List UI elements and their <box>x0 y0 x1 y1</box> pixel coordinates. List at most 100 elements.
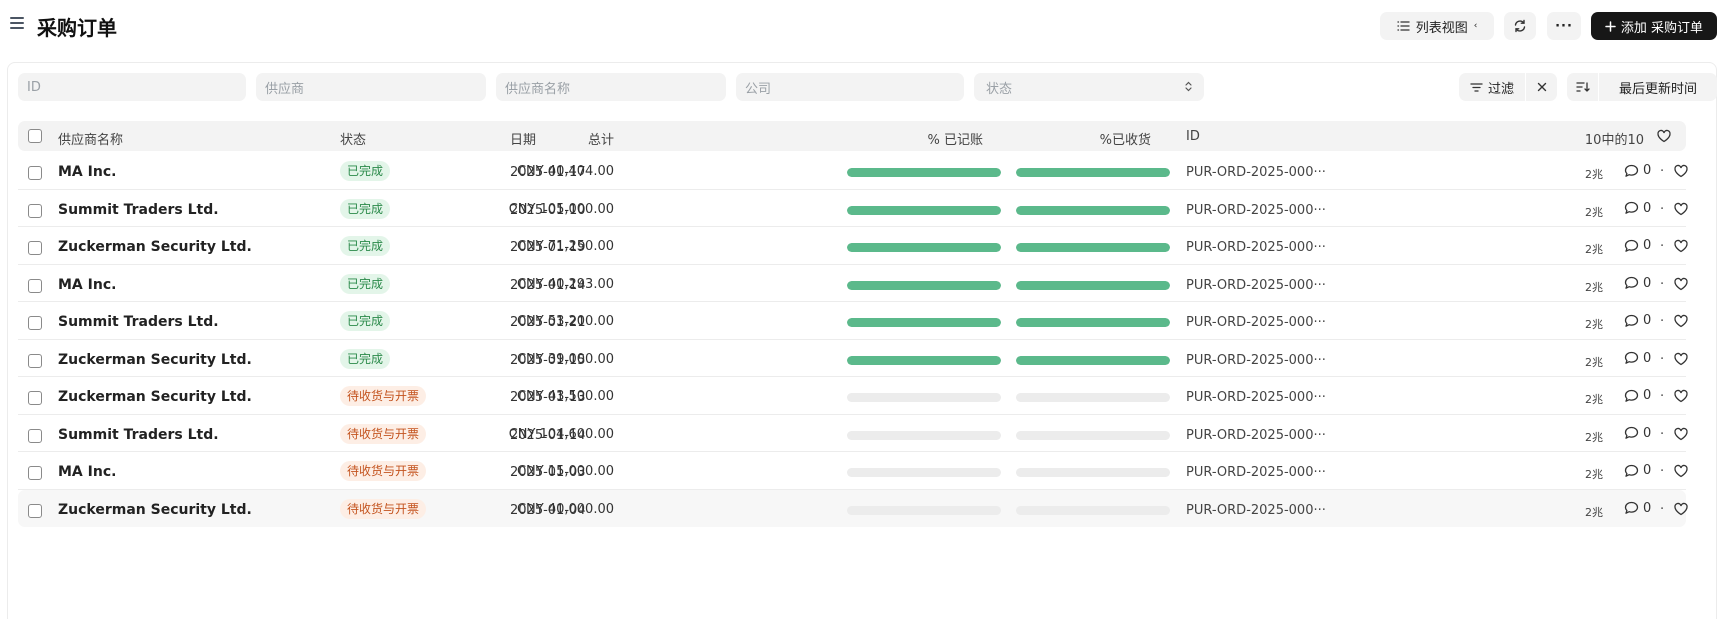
comment-count-value: 0 <box>1643 350 1652 366</box>
refresh-icon <box>1513 19 1527 33</box>
row-checkbox[interactable] <box>28 203 42 218</box>
status-badge: 待收货与开票 <box>340 498 427 519</box>
select-all-checkbox[interactable] <box>28 129 42 143</box>
row-checkbox[interactable] <box>28 241 42 255</box>
comment-count[interactable]: 0 <box>1624 426 1651 441</box>
received-progress-bar <box>1016 430 1170 440</box>
order-total: CNY 40,404.00 <box>516 164 614 179</box>
heart-icon[interactable] <box>1673 426 1689 442</box>
row-checkbox[interactable] <box>28 166 42 180</box>
company-filter-input[interactable]: 公司 <box>736 73 964 101</box>
order-id: PUR-ORD-2025-000··· <box>1186 315 1326 330</box>
heart-icon[interactable] <box>1673 238 1689 254</box>
received-progress-bar <box>1016 355 1170 365</box>
comment-count[interactable]: 0 <box>1624 163 1651 178</box>
column-header-supplier-name[interactable]: 供应商名称 <box>58 129 123 148</box>
comment-icon <box>1624 426 1639 440</box>
filter-icon <box>1470 82 1483 93</box>
status-badge: 已完成 <box>340 198 391 219</box>
comment-count[interactable]: 0 <box>1624 463 1651 478</box>
heart-icon[interactable] <box>1673 388 1689 404</box>
comment-count[interactable]: 0 <box>1624 351 1651 366</box>
supplier-name: Summit Traders Ltd. <box>58 314 219 330</box>
modified-time: 2兆 <box>1585 355 1603 369</box>
heart-icon[interactable] <box>1656 128 1672 144</box>
modified-time: 2兆 <box>1585 243 1603 256</box>
row-checkbox[interactable] <box>28 391 42 405</box>
row-checkbox[interactable] <box>28 353 42 368</box>
column-header-id[interactable]: ID <box>1186 129 1200 144</box>
comment-count-value: 0 <box>1643 163 1652 178</box>
heart-icon[interactable] <box>1673 351 1689 367</box>
column-header-date[interactable]: 日期 <box>510 129 536 148</box>
row-checkbox[interactable] <box>28 278 42 293</box>
supplier-name: MA Inc. <box>58 464 117 480</box>
supplier-name: Summit Traders Ltd. <box>58 201 219 218</box>
heart-icon[interactable] <box>1673 463 1689 479</box>
status-badge: 待收货与开票 <box>340 386 427 406</box>
comment-count[interactable]: 0 <box>1624 313 1651 328</box>
supplier-filter-input[interactable]: 供应商 <box>256 73 486 101</box>
separator-dot: · <box>1660 501 1665 517</box>
comment-count[interactable]: 0 <box>1624 238 1651 253</box>
top-bar: 采购订单 列表视图 ‹ ··· 添加 采购订单 <box>0 0 1718 52</box>
id-filter-input[interactable]: ID <box>18 73 246 101</box>
order-id: PUR-ORD-2025-000··· <box>1186 202 1326 218</box>
heart-icon[interactable] <box>1673 501 1689 517</box>
comment-count[interactable]: 0 <box>1624 201 1651 216</box>
sort-field-button[interactable]: 最后更新时间 <box>1599 73 1717 101</box>
heart-icon[interactable] <box>1673 201 1689 217</box>
received-progress-bar <box>1016 280 1170 290</box>
received-progress-bar <box>1016 205 1170 215</box>
heart-icon[interactable] <box>1673 276 1689 292</box>
order-total: CNY 40,293.00 <box>516 276 614 292</box>
received-progress-bar <box>1016 243 1170 252</box>
row-checkbox[interactable] <box>28 428 42 443</box>
row-checkbox[interactable] <box>28 503 42 518</box>
comment-count[interactable]: 0 <box>1624 501 1651 516</box>
status-badge: 待收货与开票 <box>340 423 427 444</box>
heart-icon[interactable] <box>1673 313 1689 329</box>
status-filter-select[interactable]: 状态 <box>974 73 1204 101</box>
add-purchase-order-button[interactable]: 添加 采购订单 <box>1591 12 1717 40</box>
table-row[interactable]: Zuckerman Security Ltd. 待收货与开票 2025-01-0… <box>18 489 1689 527</box>
column-header-received[interactable]: %已收货 <box>1100 129 1151 148</box>
table-row[interactable]: MA Inc. 已完成 2025-01-17 CNY 40,404.00 PUR… <box>18 152 1689 190</box>
supplier-name-filter-input[interactable]: 供应商名称 <box>496 73 726 101</box>
filter-controls: 过滤 <box>1459 73 1557 101</box>
table-row[interactable]: MA Inc. 待收货与开票 2025-01-03 CNY 15,000.00 … <box>18 452 1689 490</box>
table-row[interactable]: Zuckerman Security Ltd. 待收货与开票 2025-01-1… <box>18 377 1689 415</box>
table-row[interactable]: Zuckerman Security Ltd. 已完成 2025-01-15 C… <box>18 340 1689 377</box>
table-row[interactable]: Summit Traders Ltd. 已完成 2025-01-10 CNY 1… <box>18 190 1689 227</box>
column-header-total[interactable]: 总计 <box>588 129 614 148</box>
row-checkbox[interactable] <box>28 466 42 480</box>
column-header-status[interactable]: 状态 <box>340 129 366 148</box>
row-checkbox[interactable] <box>28 316 42 330</box>
sort-direction-button[interactable] <box>1567 73 1599 101</box>
billed-progress-bar <box>847 505 1001 515</box>
comment-count[interactable]: 0 <box>1624 388 1651 403</box>
clear-filter-button[interactable] <box>1525 73 1557 101</box>
order-id: PUR-ORD-2025-000··· <box>1186 427 1326 443</box>
heart-icon[interactable] <box>1673 163 1689 179</box>
received-progress-bar <box>1016 393 1170 402</box>
table-row[interactable]: Summit Traders Ltd. 已完成 2025-01-21 CNY 5… <box>18 302 1689 340</box>
order-total: CNY 105,000.00 <box>508 201 614 217</box>
modified-time: 2兆 <box>1585 318 1603 331</box>
refresh-button[interactable] <box>1504 12 1536 40</box>
filter-button[interactable]: 过滤 <box>1459 73 1525 101</box>
supplier-name: Summit Traders Ltd. <box>58 426 219 443</box>
modified-time: 2兆 <box>1585 205 1603 219</box>
more-options-button[interactable]: ··· <box>1547 12 1581 40</box>
list-view-button[interactable]: 列表视图 ‹ <box>1380 12 1494 40</box>
comment-count-value: 0 <box>1643 500 1652 516</box>
comment-icon <box>1624 501 1639 515</box>
table-row[interactable]: MA Inc. 已完成 2025-01-14 CNY 40,293.00 PUR… <box>18 265 1689 302</box>
hamburger-icon[interactable] <box>10 17 24 29</box>
column-header-billed[interactable]: % 已记账 <box>928 129 984 148</box>
table-row[interactable]: Summit Traders Ltd. 待收货与开票 2025-01-14 CN… <box>18 415 1689 452</box>
separator-dot: · <box>1660 314 1665 329</box>
table-row[interactable]: Zuckerman Security Ltd. 已完成 2025-01-19 C… <box>18 227 1689 265</box>
comment-count[interactable]: 0 <box>1624 276 1651 291</box>
comment-icon <box>1624 389 1639 403</box>
